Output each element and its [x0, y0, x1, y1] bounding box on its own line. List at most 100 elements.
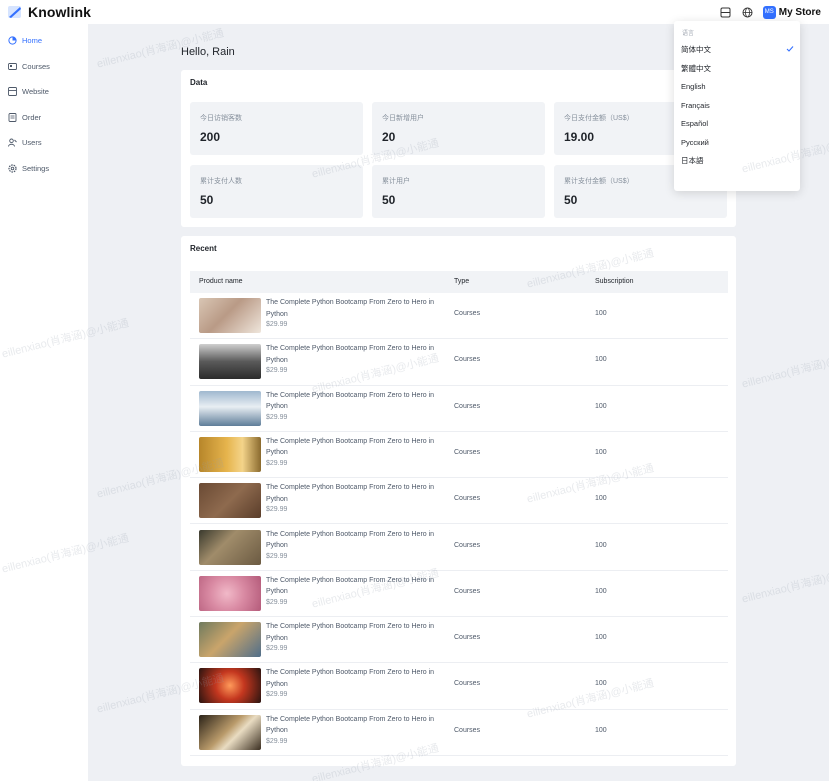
sidebar-item-label: Settings [22, 163, 50, 173]
courses-icon [8, 62, 17, 71]
product-price: $29.99 [266, 737, 288, 745]
column-header-type: Type [454, 278, 470, 285]
table-row[interactable]: The Complete Python Bootcamp From Zero t… [190, 663, 728, 710]
language-option-label: 日本語 [681, 155, 704, 165]
website-icon [8, 87, 17, 97]
product-price: $29.99 [266, 506, 288, 514]
product-type: Courses [454, 356, 481, 364]
product-subscription: 100 [595, 495, 607, 503]
language-option-ru[interactable]: Русский [674, 133, 800, 152]
stat-label: 今日新增用户 [382, 115, 424, 122]
product-type: Courses [454, 402, 481, 410]
sidebar-item-home[interactable]: Home [0, 28, 88, 54]
product-name[interactable]: The Complete Python Bootcamp From Zero t… [266, 667, 441, 690]
course-thumbnail[interactable] [199, 483, 261, 519]
table-header: Product name Type Subscription [190, 271, 728, 293]
course-thumbnail[interactable] [199, 529, 261, 565]
product-name[interactable]: The Complete Python Bootcamp From Zero t… [266, 343, 441, 366]
language-menu-title: 语言 [682, 31, 695, 37]
product-type: Courses [454, 495, 481, 503]
store-avatar[interactable]: MS [762, 5, 776, 19]
language-option-ja[interactable]: 日本語 [674, 151, 800, 170]
stat-label: 今日访销客数 [200, 115, 242, 122]
table-row[interactable]: The Complete Python Bootcamp From Zero t… [190, 432, 728, 479]
sidebar-item-settings[interactable]: Settings [0, 156, 88, 182]
stat-card: 累计支付人数 50 [190, 165, 363, 218]
table-row[interactable]: The Complete Python Bootcamp From Zero t… [190, 617, 728, 664]
sidebar: Home Courses Website Order Users Setting… [0, 24, 88, 781]
product-name[interactable]: The Complete Python Bootcamp From Zero t… [266, 575, 441, 598]
product-name[interactable]: The Complete Python Bootcamp From Zero t… [266, 390, 441, 413]
sidebar-item-users[interactable]: Users [0, 130, 88, 156]
course-thumbnail[interactable] [199, 622, 261, 658]
language-option-label: Español [681, 118, 709, 128]
sidebar-item-website[interactable]: Website [0, 79, 88, 105]
product-subscription: 100 [595, 680, 607, 688]
product-subscription: 100 [595, 448, 607, 456]
app-logo[interactable]: Knowlink [8, 4, 91, 20]
language-option-label: Русский [681, 137, 709, 147]
stat-value: 200 [200, 130, 221, 144]
course-thumbnail[interactable] [199, 668, 261, 704]
product-type: Courses [454, 587, 481, 595]
stat-value: 50 [564, 193, 578, 207]
language-option-label: Français [681, 100, 710, 110]
stat-card: 累计用户 50 [372, 165, 545, 218]
product-price: $29.99 [266, 645, 288, 653]
users-icon [8, 138, 17, 147]
product-subscription: 100 [595, 541, 607, 549]
table-row[interactable]: The Complete Python Bootcamp From Zero t… [190, 478, 728, 525]
table-row[interactable]: The Complete Python Bootcamp From Zero t… [190, 710, 728, 756]
language-option-label: English [681, 81, 706, 91]
home-icon [8, 36, 17, 45]
language-option-zh-hans[interactable]: 简体中文 [674, 40, 800, 59]
product-name[interactable]: The Complete Python Bootcamp From Zero t… [266, 436, 441, 459]
course-thumbnail[interactable] [199, 344, 261, 380]
product-type: Courses [454, 634, 481, 642]
language-option-fr[interactable]: Français [674, 96, 800, 115]
table-row[interactable]: The Complete Python Bootcamp From Zero t… [190, 386, 728, 432]
product-type: Courses [454, 448, 481, 456]
settings-icon [8, 164, 17, 173]
product-name[interactable]: The Complete Python Bootcamp From Zero t… [266, 621, 441, 644]
language-option-en[interactable]: English [674, 77, 800, 96]
product-subscription: 100 [595, 726, 607, 734]
course-thumbnail[interactable] [199, 714, 261, 750]
table-row[interactable]: The Complete Python Bootcamp From Zero t… [190, 293, 728, 340]
data-panel: Data 今日访销客数 200 今日新增用户 20 今日支付金额（US$） 19… [181, 70, 736, 227]
course-thumbnail[interactable] [199, 298, 261, 333]
language-option-label: 简体中文 [681, 44, 711, 54]
table-row[interactable]: The Complete Python Bootcamp From Zero t… [190, 571, 728, 618]
sidebar-item-order[interactable]: Order [0, 105, 88, 131]
course-thumbnail[interactable] [199, 436, 261, 472]
product-subscription: 100 [595, 310, 607, 317]
language-option-zh-hant[interactable]: 繁體中文 [674, 59, 800, 78]
layout-icon[interactable] [719, 5, 733, 19]
product-price: $29.99 [266, 691, 288, 699]
product-price: $29.99 [266, 413, 288, 421]
course-thumbnail[interactable] [199, 575, 261, 611]
order-icon [8, 112, 17, 122]
check-icon [786, 46, 794, 52]
column-header-subscription: Subscription [595, 278, 634, 285]
product-name[interactable]: The Complete Python Bootcamp From Zero t… [266, 297, 441, 320]
store-name[interactable]: My Store [779, 7, 821, 18]
table-row[interactable]: The Complete Python Bootcamp From Zero t… [190, 525, 728, 571]
column-header-product: Product name [199, 278, 243, 285]
stat-value: 20 [382, 130, 396, 144]
sidebar-item-label: Home [22, 36, 43, 46]
stat-label: 累计用户 [382, 178, 410, 185]
course-thumbnail[interactable] [199, 390, 261, 426]
product-type: Courses [454, 726, 481, 734]
sidebar-item-courses[interactable]: Courses [0, 54, 88, 80]
sidebar-item-label: Website [22, 87, 49, 97]
greeting: Hello, Rain [181, 46, 235, 58]
product-name[interactable]: The Complete Python Bootcamp From Zero t… [266, 482, 441, 505]
globe-icon[interactable] [741, 5, 755, 19]
language-option-es[interactable]: Español [674, 114, 800, 133]
product-price: $29.99 [266, 321, 288, 328]
product-name[interactable]: The Complete Python Bootcamp From Zero t… [266, 529, 441, 552]
product-name[interactable]: The Complete Python Bootcamp From Zero t… [266, 714, 441, 737]
table-row[interactable]: The Complete Python Bootcamp From Zero t… [190, 339, 728, 386]
stat-card: 今日新增用户 20 [372, 102, 545, 155]
